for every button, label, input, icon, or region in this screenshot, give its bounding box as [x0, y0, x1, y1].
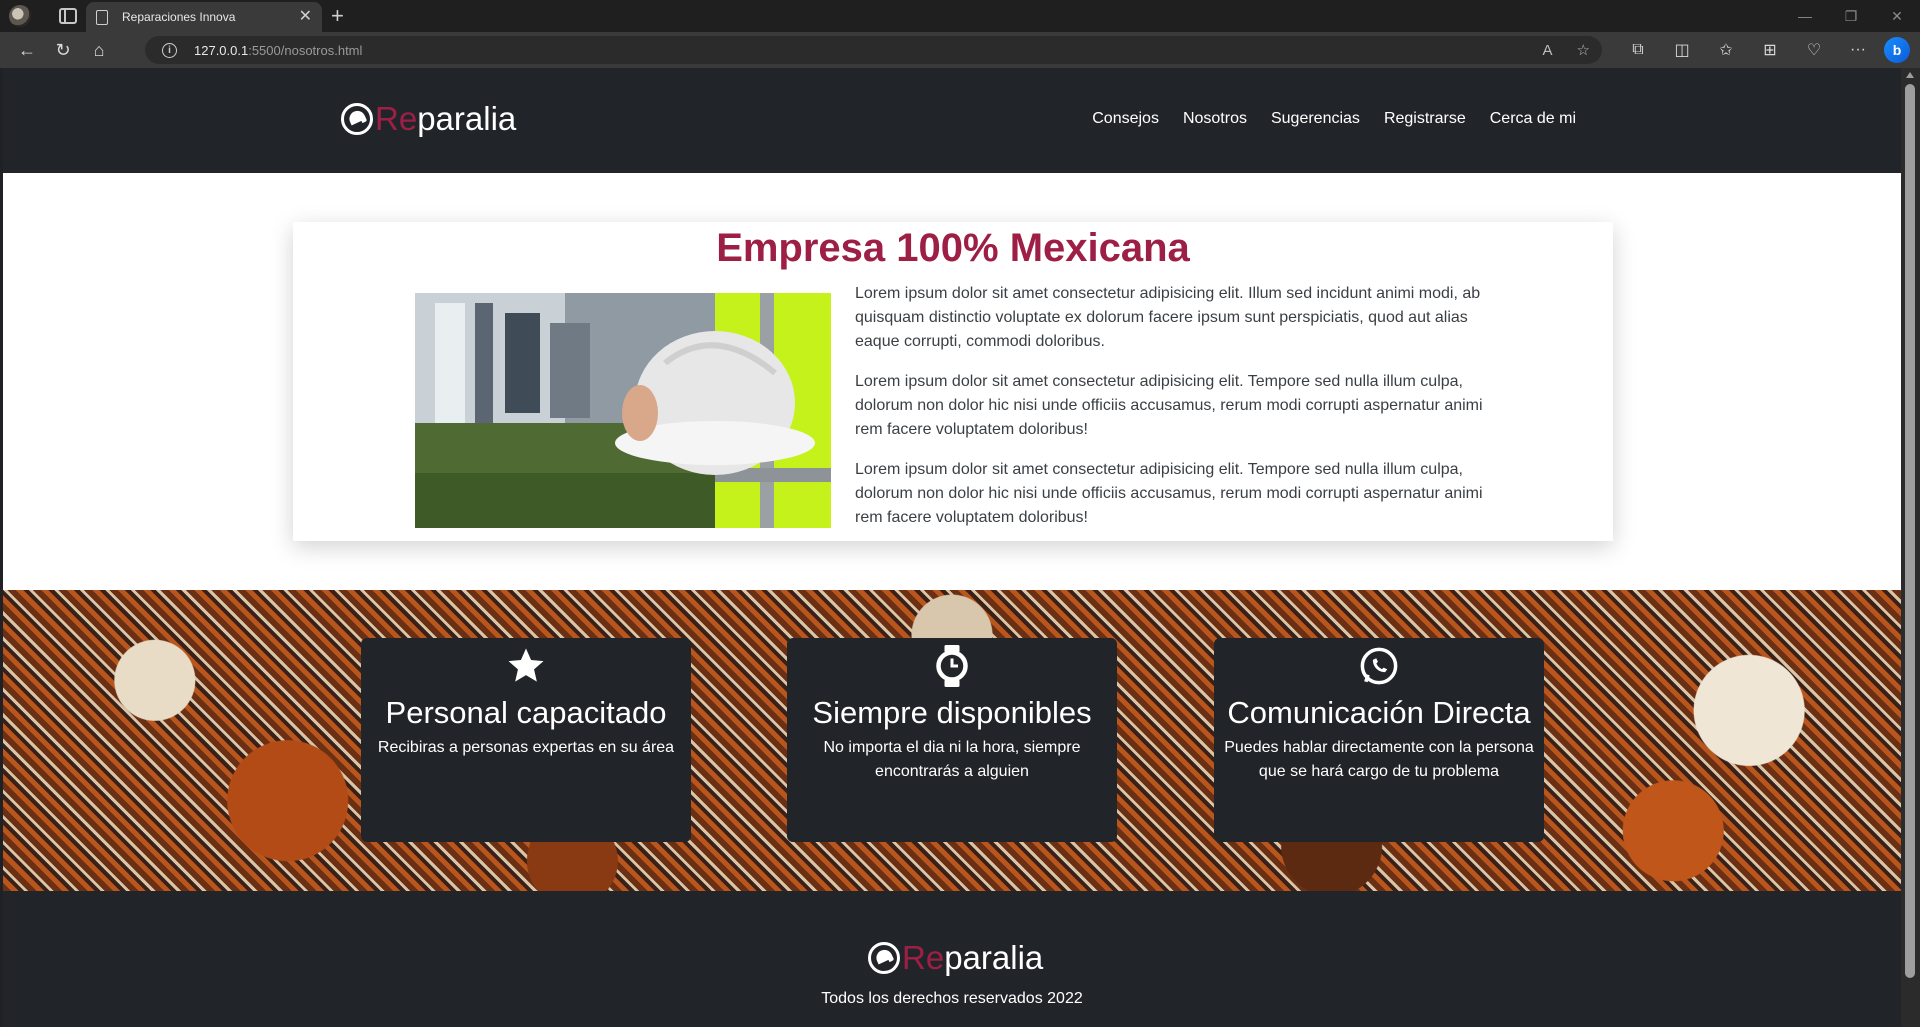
browser-tab[interactable]: Reparaciones Innova ✕ [86, 2, 322, 32]
browser-tab-bar: Reparaciones Innova ✕ + — ❐ ✕ [0, 0, 1920, 32]
hard-hat-photo [415, 293, 831, 528]
footer-logo[interactable]: Re paralia [868, 939, 1043, 977]
browser-toolbar: ← ↻ ⌂ i 127.0.0.1:5500/nosotros.html A ☆… [0, 32, 1920, 68]
scroll-up-icon[interactable] [1906, 72, 1914, 78]
tab-actions-icon[interactable] [59, 8, 77, 24]
read-aloud-icon[interactable]: A [1543, 42, 1553, 59]
nav-consejos[interactable]: Consejos [1092, 110, 1159, 128]
back-arrow-icon[interactable]: ← [9, 35, 45, 65]
profile-avatar[interactable] [9, 5, 31, 27]
nav-sugerencias[interactable]: Sugerencias [1271, 110, 1360, 128]
toolbar-right-actions: ⧉ ◫ ✩ ⊞ ♡ ··· b [1616, 35, 1910, 65]
site-logo[interactable]: Re paralia [341, 100, 516, 138]
helmet-logo-icon [341, 103, 373, 135]
close-window-button[interactable]: ✕ [1874, 0, 1920, 32]
favorite-star-icon[interactable]: ☆ [1577, 41, 1590, 59]
page-scrollbar[interactable] [1901, 68, 1920, 1027]
feature-card-disponibles: Siempre disponibles No importa el dia ni… [787, 638, 1117, 842]
close-tab-icon[interactable]: ✕ [299, 9, 312, 25]
main-nav: Consejos Nosotros Sugerencias Registrars… [1092, 110, 1576, 128]
reload-icon[interactable]: ↻ [45, 35, 81, 65]
feature-title: Personal capacitado [385, 695, 667, 730]
about-title: Empresa 100% Mexicana [716, 226, 1190, 270]
nav-registrarse[interactable]: Registrarse [1384, 110, 1466, 128]
about-paragraph: Lorem ipsum dolor sit amet consectetur a… [855, 373, 1483, 438]
nav-nosotros[interactable]: Nosotros [1183, 110, 1247, 128]
about-card: Empresa 100% Mexicana Lorem ipsum dolor … [293, 222, 1613, 541]
feature-text: No importa el dia ni la hora, siempre en… [823, 739, 1081, 780]
about-text: Lorem ipsum dolor sit amet consectetur a… [855, 282, 1495, 546]
page-icon [96, 9, 108, 25]
feature-text: Recibiras a personas expertas en su área [377, 739, 675, 756]
feature-title: Comunicación Directa [1227, 695, 1531, 730]
site-footer: Re paralia Todos los derechos reservados … [3, 891, 1901, 1027]
new-tab-button[interactable]: + [331, 3, 344, 29]
url-text[interactable]: 127.0.0.1:5500/nosotros.html [194, 43, 362, 58]
minimize-button[interactable]: — [1782, 0, 1828, 32]
feature-text: Puedes hablar directamente con la person… [1224, 739, 1534, 780]
scrollbar-thumb[interactable] [1905, 84, 1915, 978]
address-bar-actions: A ☆ [1543, 36, 1590, 64]
favorites-icon[interactable]: ✩ [1704, 35, 1748, 65]
window-controls: — ❐ ✕ [1782, 0, 1920, 32]
features-band: Personal capacitado Recibiras a personas… [3, 590, 1901, 891]
page-viewport: Re paralia Consejos Nosotros Sugerencias … [3, 68, 1901, 1027]
address-bar[interactable]: i 127.0.0.1:5500/nosotros.html A ☆ [145, 36, 1602, 64]
site-info-icon[interactable]: i [162, 42, 177, 58]
footer-copyright: Todos los derechos reservados 2022 [821, 990, 1083, 1007]
about-paragraph: Lorem ipsum dolor sit amet consectetur a… [855, 461, 1483, 526]
about-paragraph: Lorem ipsum dolor sit amet consectetur a… [855, 285, 1481, 350]
performance-icon[interactable]: ♡ [1792, 35, 1836, 65]
feature-card-comunicacion: Comunicación Directa Puedes hablar direc… [1214, 638, 1544, 842]
watch-icon [930, 644, 974, 688]
tab-title: Reparaciones Innova [122, 10, 236, 24]
whatsapp-icon [1357, 644, 1401, 688]
home-icon[interactable]: ⌂ [81, 35, 117, 65]
site-header: Re paralia Consejos Nosotros Sugerencias … [3, 68, 1901, 173]
feature-card-personal: Personal capacitado Recibiras a personas… [361, 638, 691, 842]
feature-title: Siempre disponibles [812, 695, 1092, 730]
collections-icon[interactable]: ⊞ [1748, 35, 1792, 65]
helmet-logo-icon [868, 942, 900, 974]
split-screen-icon[interactable]: ◫ [1660, 35, 1704, 65]
nav-cerca-de-mi[interactable]: Cerca de mi [1490, 110, 1576, 128]
extensions-icon[interactable]: ⧉ [1616, 35, 1660, 65]
restore-button[interactable]: ❐ [1828, 0, 1874, 32]
more-menu-icon[interactable]: ··· [1836, 35, 1880, 65]
copilot-icon[interactable]: b [1884, 37, 1910, 63]
star-icon [504, 644, 548, 688]
